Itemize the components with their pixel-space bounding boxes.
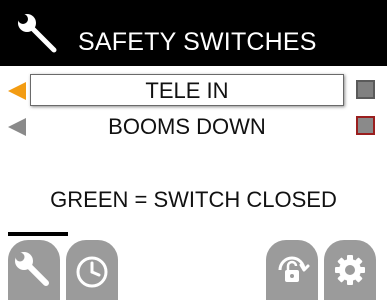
switch-label: TELE IN [145,78,229,103]
switch-status-indicator [356,116,375,135]
page-title: SAFETY SWITCHES [78,28,317,56]
selection-arrow-icon [8,82,26,100]
switch-row-booms-down[interactable]: BOOMS DOWN [0,110,387,144]
wrench-icon [15,252,49,286]
settings-button[interactable] [324,240,376,300]
tools-button[interactable] [8,240,60,300]
row-arrow-icon [8,118,26,136]
history-button[interactable] [66,240,118,300]
switch-row-tele-in[interactable]: TELE IN [0,74,387,108]
active-tab-indicator [8,232,68,236]
title-bar: SAFETY SWITCHES [0,0,387,66]
unlock-icon [278,256,310,282]
gear-icon [335,255,365,285]
switch-label: BOOMS DOWN [108,114,266,139]
wrench-icon [18,14,57,53]
legend-text: GREEN = SWITCH CLOSED [50,187,337,212]
switch-status-indicator [356,80,375,99]
clock-icon [76,256,108,288]
unlock-button[interactable] [266,240,318,300]
